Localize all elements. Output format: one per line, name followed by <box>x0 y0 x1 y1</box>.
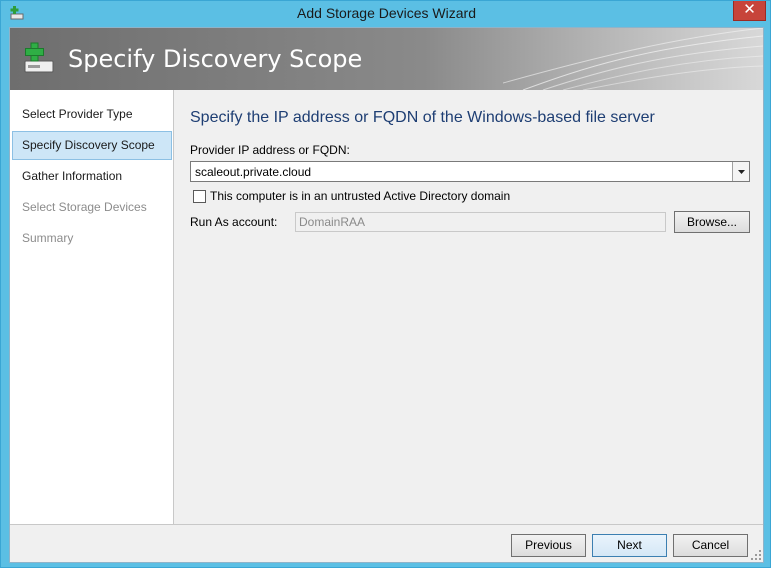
title-bar[interactable]: Add Storage Devices Wizard ✕ <box>1 1 771 27</box>
nav-item-specify-discovery-scope[interactable]: Specify Discovery Scope <box>12 131 172 160</box>
nav-item-select-provider-type[interactable]: Select Provider Type <box>12 100 172 129</box>
page-title: Specify Discovery Scope <box>68 45 363 73</box>
provider-combobox[interactable]: scaleout.private.cloud <box>190 161 750 182</box>
previous-button[interactable]: Previous <box>511 534 586 557</box>
nav-item-gather-information[interactable]: Gather Information <box>12 162 172 191</box>
browse-button[interactable]: Browse... <box>674 211 750 233</box>
nav-item-summary: Summary <box>22 231 74 245</box>
step-content: Specify the IP address or FQDN of the Wi… <box>175 90 763 524</box>
header-banner: Specify Discovery Scope <box>10 28 763 90</box>
resize-grip-icon[interactable] <box>751 550 761 560</box>
content-heading: Specify the IP address or FQDN of the Wi… <box>190 109 655 126</box>
add-storage-icon <box>24 42 54 73</box>
untrusted-domain-label[interactable]: This computer is in an untrusted Active … <box>210 189 510 203</box>
wizard-window: Add Storage Devices Wizard ✕ Specify Dis… <box>0 0 771 568</box>
runas-account-field: DomainRAA <box>295 212 666 232</box>
wizard-footer: Previous Next Cancel <box>10 524 763 562</box>
wizard-steps-nav: Select Provider Type Specify Discovery S… <box>10 90 174 524</box>
window-title: Add Storage Devices Wizard <box>297 5 476 21</box>
nav-item-select-storage-devices: Select Storage Devices <box>22 200 147 214</box>
runas-label: Run As account: <box>190 215 278 229</box>
close-button[interactable]: ✕ <box>733 1 766 21</box>
untrusted-domain-checkbox[interactable] <box>193 190 206 203</box>
provider-label: Provider IP address or FQDN: <box>190 143 350 157</box>
wizard-client: Specify Discovery Scope Select Provider … <box>9 27 764 563</box>
dropdown-button[interactable] <box>732 162 749 181</box>
decorative-waves <box>503 28 763 90</box>
next-button[interactable]: Next <box>592 534 667 557</box>
provider-value[interactable]: scaleout.private.cloud <box>195 165 311 179</box>
cancel-button[interactable]: Cancel <box>673 534 748 557</box>
chevron-down-icon <box>738 170 745 174</box>
